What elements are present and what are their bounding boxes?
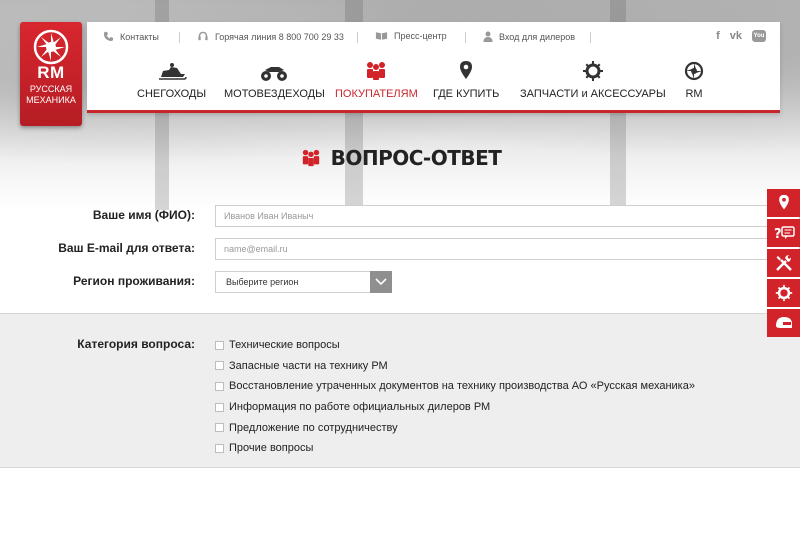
nav-item-parts-accessories[interactable]: ЗАПЧАСТИ и АКСЕССУАРЫ [520, 60, 666, 100]
helmet-icon [775, 317, 792, 328]
nav-label: RM [685, 88, 703, 100]
divider [590, 32, 591, 43]
category-option-label: Восстановление утраченных документов на … [229, 380, 695, 393]
main-navigation: СНЕГОХОДЫ МОТОВЕЗДЕХОДЫ ПОКУПАТЕЛЯМ ГДЕ … [87, 60, 780, 110]
email-input[interactable] [215, 238, 800, 260]
question-chat-icon: ? [774, 226, 795, 242]
logo-abbreviation: RM [37, 63, 65, 82]
side-tab-parts[interactable] [767, 279, 800, 307]
hotline-label: Горячая линия 8 800 700 29 33 [215, 31, 344, 42]
category-checkbox-item[interactable]: Запасные части на технику РМ [215, 356, 695, 377]
top-utility-bar: Контакты Горячая линия 8 800 700 29 33 П… [87, 22, 780, 52]
category-checkbox-item[interactable]: Технические вопросы [215, 335, 695, 356]
checkbox[interactable] [215, 340, 224, 350]
location-pin-icon [778, 194, 789, 210]
site-header: Контакты Горячая линия 8 800 700 29 33 П… [87, 22, 780, 113]
contacts-link[interactable]: Контакты [103, 31, 159, 42]
side-quick-tabs: ? [767, 189, 800, 339]
side-tab-equipment[interactable] [767, 309, 800, 337]
press-center-link[interactable]: Пресс-центр [375, 31, 447, 41]
site-logo[interactable]: RM РУССКАЯ МЕХАНИКА [20, 22, 82, 126]
nav-item-rm[interactable]: RM [684, 60, 704, 100]
checkbox[interactable] [215, 381, 224, 391]
category-checkbox-item[interactable]: Восстановление утраченных документов на … [215, 376, 695, 397]
side-tab-dealers-map[interactable] [767, 189, 800, 217]
customers-icon [302, 149, 319, 167]
nav-label: ГДЕ КУПИТЬ [433, 88, 500, 100]
contacts-label: Контакты [120, 31, 159, 42]
category-checkbox-list: Технические вопросы Запасные части на те… [215, 335, 695, 459]
checkbox[interactable] [215, 361, 224, 371]
side-tab-service[interactable] [767, 249, 800, 277]
side-tab-faq[interactable]: ? [767, 219, 800, 247]
checkbox[interactable] [215, 443, 224, 453]
nav-label: ПОКУПАТЕЛЯМ [335, 88, 418, 100]
rm-wheel-icon [33, 29, 69, 65]
region-select[interactable]: Выберите регион [215, 270, 392, 293]
page-title-text: ВОПРОС-ОТВЕТ [330, 146, 502, 170]
category-option-label: Технические вопросы [229, 339, 340, 352]
nav-item-customers[interactable]: ПОКУПАТЕЛЯМ [335, 60, 418, 100]
category-label: Категория вопроса: [77, 337, 195, 351]
category-option-label: Запасные части на технику РМ [229, 359, 388, 372]
rm-wheel-icon [684, 61, 704, 81]
nav-item-where-to-buy[interactable]: ГДЕ КУПИТЬ [433, 60, 499, 100]
category-checkbox-item[interactable]: Прочие вопросы [215, 438, 695, 459]
snowmobile-icon [158, 63, 187, 80]
name-input[interactable] [215, 205, 800, 227]
category-checkbox-item[interactable]: Предложение по сотрудничеству [215, 417, 695, 438]
category-option-label: Прочие вопросы [229, 442, 314, 455]
divider [357, 32, 358, 43]
nav-label: МОТОВЕЗДЕХОДЫ [224, 88, 325, 100]
atv-icon [261, 67, 288, 81]
category-option-label: Информация по работе официальных дилеров… [229, 401, 491, 414]
headset-icon [198, 31, 208, 41]
youtube-icon[interactable]: You [752, 30, 766, 42]
dealer-login-label: Вход для дилеров [499, 31, 576, 42]
gear-icon [582, 61, 603, 81]
social-links: f vk You [716, 30, 766, 42]
vk-icon[interactable]: vk [730, 30, 742, 42]
nav-label: ЗАПЧАСТИ и АКСЕССУАРЫ [520, 88, 666, 100]
hotline-link[interactable]: Горячая линия 8 800 700 29 33 [197, 31, 344, 42]
logo-line-1: РУССКАЯ [29, 84, 73, 94]
checkbox[interactable] [215, 402, 224, 412]
gear-icon [775, 284, 792, 302]
page-title: ВОПРОС-ОТВЕТ [0, 146, 800, 170]
name-label: Ваше имя (ФИО): [92, 208, 195, 222]
nav-item-snowmobiles[interactable]: СНЕГОХОДЫ [137, 60, 206, 100]
press-center-label: Пресс-центр [394, 31, 447, 41]
category-checkbox-item[interactable]: Информация по работе официальных дилеров… [215, 397, 695, 418]
region-label: Регион проживания: [73, 274, 195, 288]
dealer-login-link[interactable]: Вход для дилеров [483, 31, 575, 42]
divider [179, 32, 180, 43]
logo-line-2: МЕХАНИКА [26, 95, 76, 105]
email-label: Ваш E-mail для ответа: [58, 241, 195, 255]
phone-icon [103, 31, 114, 42]
tools-icon [775, 255, 792, 271]
book-icon [375, 32, 388, 40]
location-pin-icon [460, 61, 473, 79]
divider [465, 32, 466, 43]
category-option-label: Предложение по сотрудничеству [229, 421, 398, 434]
svg-text:?: ? [774, 227, 782, 242]
customers-icon [367, 62, 386, 80]
chevron-down-icon[interactable] [370, 270, 392, 293]
user-icon [483, 31, 493, 42]
checkbox[interactable] [215, 423, 224, 433]
nav-label: СНЕГОХОДЫ [137, 88, 207, 100]
facebook-icon[interactable]: f [716, 30, 720, 42]
region-select-value: Выберите регион [226, 277, 299, 287]
nav-item-atvs[interactable]: МОТОВЕЗДЕХОДЫ [224, 60, 325, 100]
